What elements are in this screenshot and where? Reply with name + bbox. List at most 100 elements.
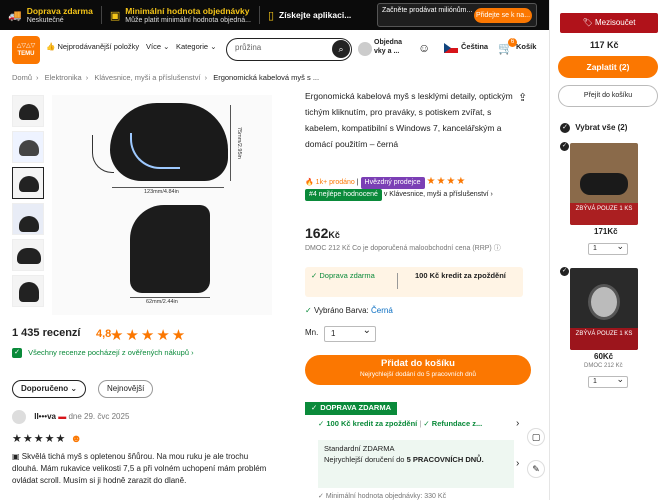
thumbnail[interactable] bbox=[12, 239, 44, 271]
cart-link[interactable]: Košík bbox=[516, 42, 536, 51]
seller-banner[interactable]: Začněte prodávat miliónům... Přidejte se… bbox=[377, 3, 537, 27]
free-shipping-label: DOPRAVA ZDARMA bbox=[320, 403, 391, 412]
mouse-icon bbox=[19, 216, 39, 232]
phone-icon: ▯ bbox=[267, 9, 274, 22]
czech-flag-icon[interactable] bbox=[444, 43, 458, 53]
smile-icon: ☻ bbox=[70, 433, 83, 445]
filter-recommended[interactable]: Doporučeno ⌄ bbox=[12, 380, 87, 398]
breadcrumb: Domů › Elektronika › Klávesnice, myši a př… bbox=[12, 73, 323, 82]
czech-flag-icon: ▬ bbox=[58, 412, 67, 422]
subtotal-button[interactable]: 🏷 Mezisoučet bbox=[560, 13, 658, 33]
thumbnail[interactable] bbox=[12, 275, 44, 307]
promo-min-order[interactable]: ▣ Minimální hodnota objednávky Může plat… bbox=[102, 0, 251, 30]
cart-item-qty[interactable]: 1 bbox=[588, 241, 628, 255]
logo-glyphs: △▽△▽ bbox=[16, 43, 36, 49]
checkbox-icon[interactable]: ✓ bbox=[560, 123, 570, 133]
search-input[interactable]: průžina ⌕ bbox=[226, 38, 352, 61]
dimension-line bbox=[230, 105, 231, 181]
filter-newest[interactable]: Nejnovější bbox=[98, 380, 154, 398]
subtotal-label: Mezisoučet bbox=[594, 18, 636, 27]
language-selector[interactable]: Čeština bbox=[461, 42, 488, 51]
check-icon: ✓ bbox=[423, 419, 430, 428]
checkbox-icon[interactable]: ✓ bbox=[560, 142, 569, 151]
mouse-glow bbox=[130, 133, 180, 169]
edit-icon[interactable]: ✎ bbox=[527, 460, 545, 478]
orders-account[interactable]: Objedna vky a ... bbox=[374, 38, 410, 56]
add-to-cart-sub: Nejrychlejší dodání do 5 pracovních dnů bbox=[360, 371, 476, 378]
selected-variant-value[interactable]: Černá bbox=[371, 306, 393, 315]
selected-variant: ✓ Vybráno Barva: Černá bbox=[305, 306, 393, 315]
verified-text: Všechny recenze pocházejí z ověřených ná… bbox=[28, 348, 190, 357]
promo-free-shipping-sub: Neskutečné bbox=[26, 16, 64, 24]
go-to-cart-button[interactable]: Přejít do košíku bbox=[558, 85, 658, 107]
shipping-detail-row[interactable]: ✓ 100 Kč kredit za zpoždění | ✓ Refundac… bbox=[318, 418, 520, 429]
rrp-note: DMOC 212 Kč Co je doporučená maloobchodn… bbox=[305, 243, 501, 253]
share-icon[interactable]: ⇪ bbox=[518, 91, 527, 104]
breadcrumb-current: Ergonomická kabelová myš s ... bbox=[213, 73, 320, 82]
add-to-cart-button[interactable]: Přidat do košíku Nejrychlejší dodání do … bbox=[305, 355, 531, 385]
chat-icon[interactable]: ▢ bbox=[527, 428, 545, 446]
main-product-image[interactable]: 123mm/4.84in 75mm/2.95in 62mm/2.44in bbox=[52, 95, 272, 315]
nav-best-sellers[interactable]: 👍 Nejprodávanější položky bbox=[46, 42, 139, 51]
checkbox-icon[interactable]: ✓ bbox=[560, 267, 569, 276]
cart-item-image[interactable]: ZBÝVÁ POUZE 1 KS bbox=[570, 268, 638, 350]
nav-more-label: Více bbox=[146, 42, 162, 51]
promo-app[interactable]: ▯ Získejte aplikaci... bbox=[260, 0, 351, 30]
breadcrumb-keyboards[interactable]: Klávesnice, myši a příslušenství bbox=[94, 73, 200, 82]
user-icon[interactable] bbox=[358, 42, 372, 56]
pay-button[interactable]: Zaplatit (2) bbox=[558, 56, 658, 78]
mouse-icon bbox=[19, 104, 39, 120]
seller-banner-button[interactable]: Přidejte se k na... bbox=[474, 8, 532, 23]
cart-item-rrp: DMOC 212 Kč bbox=[584, 363, 623, 369]
low-stock-badge: ZBÝVÁ POUZE 1 KS bbox=[570, 203, 638, 225]
cart-panel: 🏷 Mezisoučet 117 Kč Zaplatit (2) Přejít … bbox=[549, 0, 666, 500]
chevron-down-icon: ⌄ bbox=[70, 384, 78, 393]
chevron-right-icon: › bbox=[85, 73, 89, 82]
truck-icon: 🚚 bbox=[8, 9, 22, 22]
reviews-heading: 1 435 recenzí bbox=[12, 327, 81, 339]
review-stars-value: ★★★★★ bbox=[12, 433, 67, 445]
delivery-line: Nejrychlejší doručení do 5 PRACOVNÍCH DN… bbox=[324, 454, 508, 465]
promo-free-shipping[interactable]: 🚚 Doprava zdarma Neskutečné bbox=[0, 0, 93, 30]
cart-item-qty[interactable]: 1 bbox=[588, 374, 628, 388]
category-tag[interactable]: v Klávesnice, myši a příslušenství bbox=[384, 191, 489, 198]
chevron-down-icon: ⌄ bbox=[163, 42, 170, 51]
cart-total: 117 Kč bbox=[590, 40, 619, 50]
shipping-free: Doprava zdarma bbox=[319, 271, 375, 280]
thumbnail-list bbox=[12, 95, 46, 311]
promo-min-order-sub: Může platit minimální hodnota objedná... bbox=[125, 16, 251, 24]
search-icon[interactable]: ⌕ bbox=[332, 40, 350, 58]
thumbnail[interactable] bbox=[12, 203, 44, 235]
select-all[interactable]: ✓ Vybrat vše (2) bbox=[560, 123, 627, 133]
chevron-right-icon[interactable]: › bbox=[516, 458, 519, 469]
cart-item-image[interactable]: ZBÝVÁ POUZE 1 KS bbox=[570, 143, 638, 225]
shipping-summary[interactable]: ✓ Doprava zdarma 100 Kč kredit za zpoždě… bbox=[305, 267, 523, 297]
temu-logo[interactable]: △▽△▽ TEMU bbox=[12, 36, 40, 64]
thumbnail[interactable] bbox=[12, 131, 44, 163]
star-seller-tag[interactable]: Hvězdný prodejce bbox=[360, 177, 425, 189]
breadcrumb-electronics[interactable]: Elektronika bbox=[45, 73, 82, 82]
shipping-credit: 100 Kč kredit za zpoždění bbox=[415, 271, 506, 280]
support-icon[interactable]: ☺ bbox=[418, 41, 430, 55]
thumbnail[interactable] bbox=[12, 95, 44, 127]
rank-tag[interactable]: #4 nejlépe hodnocené bbox=[305, 189, 382, 201]
nav-more[interactable]: Více ⌄ bbox=[146, 42, 169, 51]
chevron-right-icon[interactable]: › bbox=[516, 418, 519, 429]
mouse-top-view bbox=[110, 103, 228, 181]
check-icon: ✓ bbox=[318, 493, 324, 500]
select-all-label: Vybrat vše (2) bbox=[575, 123, 628, 133]
nav-categories[interactable]: Kategorie ⌄ bbox=[176, 42, 217, 51]
review-stars: ★★★★★ ☻ bbox=[12, 432, 83, 445]
breadcrumb-home[interactable]: Domů bbox=[12, 73, 32, 82]
low-stock-badge: ZBÝVÁ POUZE 1 KS bbox=[570, 328, 638, 350]
thumbnail-selected[interactable] bbox=[12, 167, 44, 199]
fire-icon: 🔥 bbox=[305, 179, 314, 186]
reviewer-name: II•••va bbox=[34, 412, 56, 422]
rrp-text: DMOC 212 Kč Co je doporučená maloobchodn… bbox=[305, 245, 492, 252]
info-icon[interactable]: ⓘ bbox=[494, 245, 501, 252]
reviewer-info: II•••va ▬ dne 29. čvc 2025 bbox=[12, 410, 129, 424]
thumbs-up-icon: 👍 bbox=[46, 42, 56, 51]
reviews-stars: ★★★★★ bbox=[110, 327, 188, 344]
quantity-select[interactable]: 1 bbox=[324, 325, 376, 342]
site-header: △▽△▽ TEMU 👍 Nejprodávanější položky Více… bbox=[0, 30, 549, 70]
